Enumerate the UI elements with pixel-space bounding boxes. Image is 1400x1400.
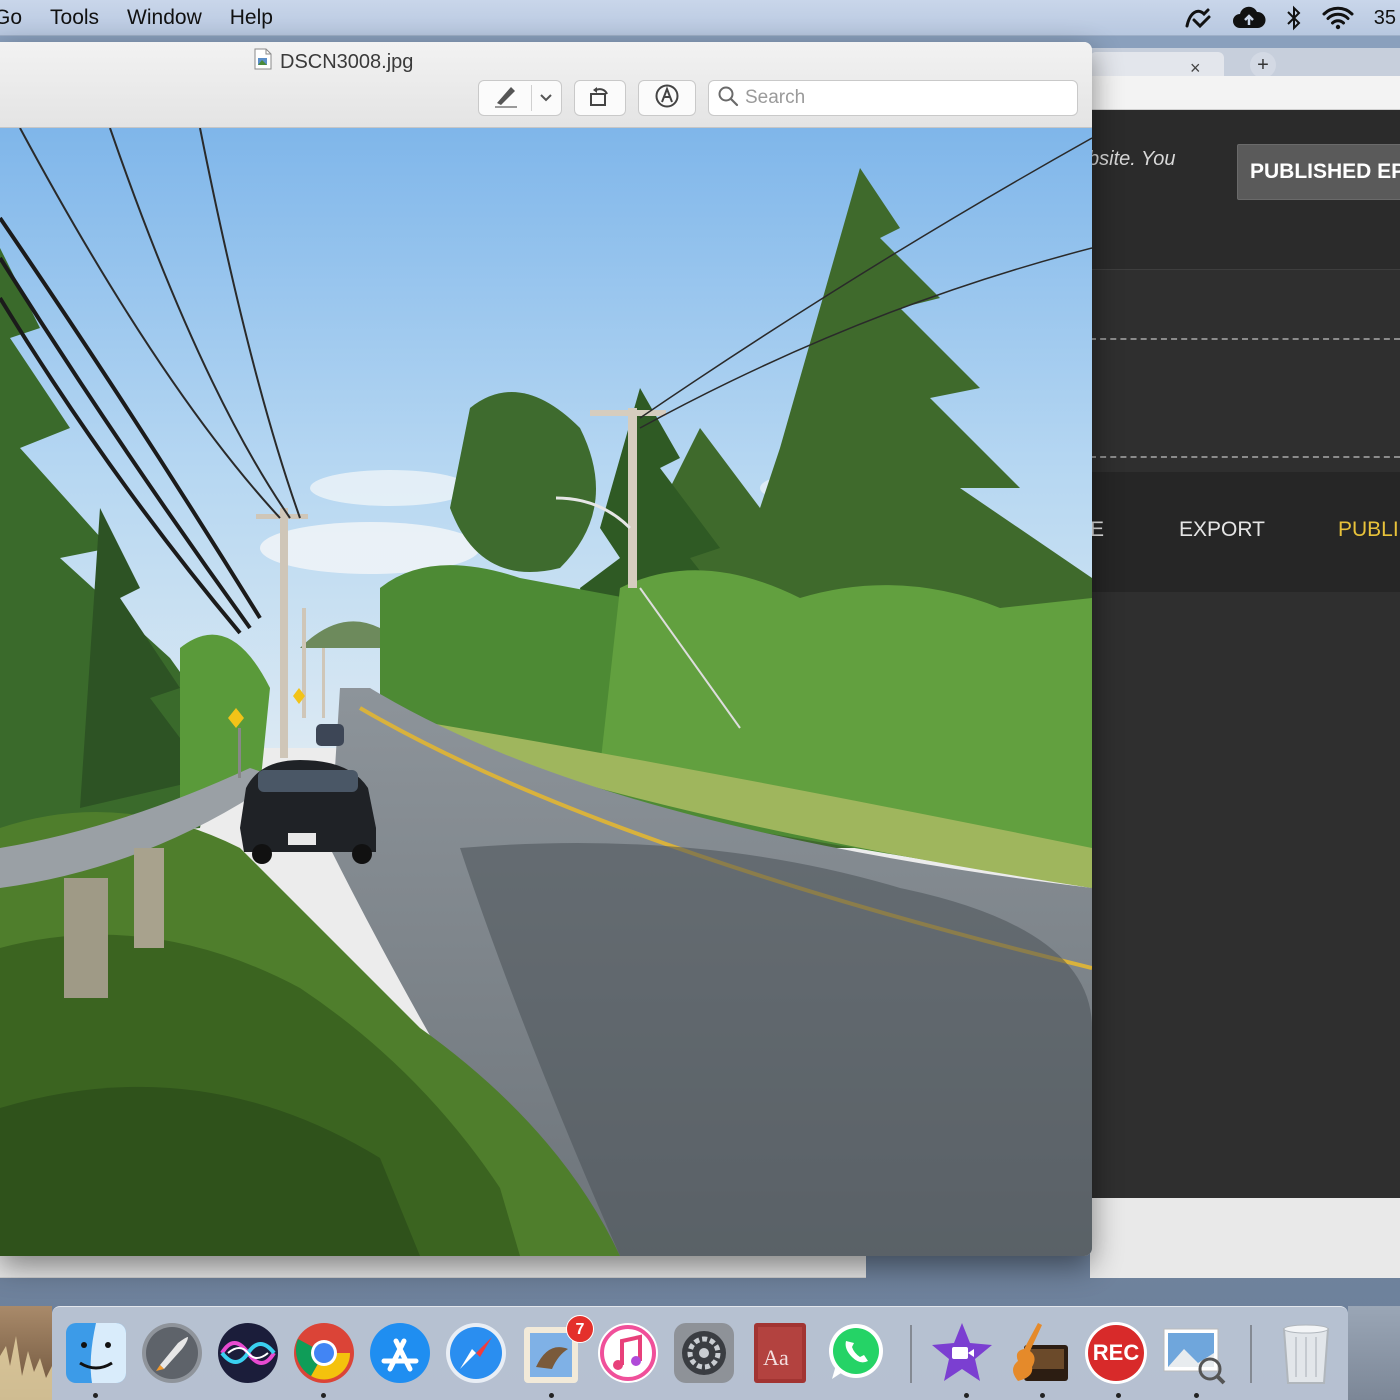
wifi-icon[interactable] <box>1322 6 1354 30</box>
search-field[interactable] <box>708 80 1078 116</box>
menu-help[interactable]: Help <box>216 6 287 30</box>
published-episodes-button[interactable]: PUBLISHED EP <box>1237 144 1400 200</box>
dock-garageband[interactable] <box>1004 1319 1072 1387</box>
chrome-icon <box>294 1323 354 1383</box>
desktop-background-left <box>0 1306 52 1400</box>
dictionary-label: Aa <box>763 1345 789 1370</box>
road-scene-photo <box>0 128 1092 1256</box>
bluetooth-icon[interactable] <box>1286 5 1302 31</box>
imovie-icon <box>932 1323 992 1381</box>
running-indicator <box>1116 1393 1121 1398</box>
button-divider <box>531 85 532 111</box>
running-indicator <box>93 1393 98 1398</box>
browser-window: × + bsite. You PUBLISHED EP E EXPORT PUB… <box>1088 48 1400 1278</box>
markup-pen-button[interactable] <box>478 80 562 116</box>
rotate-icon <box>587 83 613 114</box>
running-indicator <box>549 1393 554 1398</box>
annotate-button[interactable] <box>638 80 696 116</box>
app-store-icon <box>370 1323 430 1383</box>
header-tagline: bsite. You <box>1088 148 1176 170</box>
browser-tab-bar: × + <box>1090 48 1400 78</box>
window-title: DSCN3008.jpg <box>254 48 413 76</box>
siri-icon <box>218 1323 278 1383</box>
dock-dictionary[interactable]: Aa <box>746 1319 814 1387</box>
menubar: Go Tools Window Help 35 <box>0 0 1400 36</box>
browser-toolbar <box>1090 76 1400 110</box>
dock-separator <box>1250 1325 1252 1383</box>
dock-mail[interactable]: 7 <box>518 1315 594 1387</box>
jpeg-file-icon <box>254 48 272 76</box>
pen-tablet-icon[interactable] <box>1184 6 1212 30</box>
browser-tab[interactable]: × <box>1090 52 1224 78</box>
garageband-icon <box>1013 1323 1068 1381</box>
desktop-background-right <box>1348 1306 1400 1400</box>
safari-icon <box>446 1323 506 1383</box>
page-header: bsite. You PUBLISHED EP <box>1088 110 1400 270</box>
window-title-text: DSCN3008.jpg <box>280 50 414 73</box>
dashed-divider <box>1090 456 1400 458</box>
battery-percentage[interactable]: 35 <box>1374 7 1396 30</box>
dashed-divider <box>1090 338 1400 340</box>
rec-label: REC <box>1092 1340 1140 1365</box>
whatsapp-icon <box>829 1324 883 1379</box>
mail-unread-badge: 7 <box>566 1315 594 1343</box>
preview-titlebar: DSCN3008.jpg <box>0 42 1092 128</box>
finder-icon <box>66 1323 126 1383</box>
system-preferences-icon <box>674 1323 734 1383</box>
dock-safari[interactable] <box>442 1319 510 1387</box>
window-behind-edge <box>0 1256 866 1278</box>
browser-bottom-area <box>1090 1198 1400 1278</box>
menubar-status-area: 35 <box>1184 0 1400 36</box>
dock-siri[interactable] <box>214 1319 282 1387</box>
dock: 7 Aa REC <box>52 1306 1348 1400</box>
web-page: bsite. You PUBLISHED EP E EXPORT PUBLI <box>1088 110 1400 1198</box>
launchpad-icon <box>142 1323 202 1383</box>
dock-imovie[interactable] <box>928 1319 996 1387</box>
dock-whatsapp[interactable] <box>822 1319 890 1387</box>
dock-finder[interactable] <box>62 1319 130 1387</box>
nav-item-publish[interactable]: PUBLI <box>1338 518 1399 542</box>
chevron-down-icon[interactable] <box>539 90 553 109</box>
running-indicator <box>964 1393 969 1398</box>
running-indicator <box>321 1393 326 1398</box>
rotate-button[interactable] <box>574 80 626 116</box>
preview-icon <box>1163 1328 1226 1385</box>
dock-trash[interactable] <box>1272 1319 1340 1387</box>
dock-system-preferences[interactable] <box>670 1319 738 1387</box>
dock-screen-recorder[interactable]: REC <box>1082 1319 1150 1387</box>
menu-go[interactable]: Go <box>0 6 36 30</box>
dock-chrome[interactable] <box>290 1319 358 1387</box>
search-icon <box>717 85 739 112</box>
itunes-icon <box>598 1323 658 1383</box>
dock-preview[interactable] <box>1160 1319 1228 1387</box>
nav-item-partial[interactable]: E <box>1090 518 1104 542</box>
preview-window: DSCN3008.jpg <box>0 42 1092 1256</box>
dock-launchpad[interactable] <box>138 1319 206 1387</box>
trash-icon <box>1282 1324 1330 1384</box>
dock-app-store[interactable] <box>366 1319 434 1387</box>
nav-item-export[interactable]: EXPORT <box>1179 518 1265 542</box>
page-nav-bar: E EXPORT PUBLI <box>1090 472 1400 592</box>
search-input[interactable] <box>745 87 1065 109</box>
menu-tools[interactable]: Tools <box>36 6 113 30</box>
running-indicator <box>1194 1393 1199 1398</box>
dock-itunes[interactable] <box>594 1319 662 1387</box>
cloud-upload-icon[interactable] <box>1232 6 1266 30</box>
new-tab-button[interactable]: + <box>1250 52 1276 78</box>
running-indicator <box>1040 1393 1045 1398</box>
photo-canvas <box>0 128 1092 1256</box>
markup-circle-icon <box>654 83 680 114</box>
dock-separator <box>910 1325 912 1383</box>
menu-window[interactable]: Window <box>113 6 216 30</box>
pen-icon <box>491 83 521 114</box>
